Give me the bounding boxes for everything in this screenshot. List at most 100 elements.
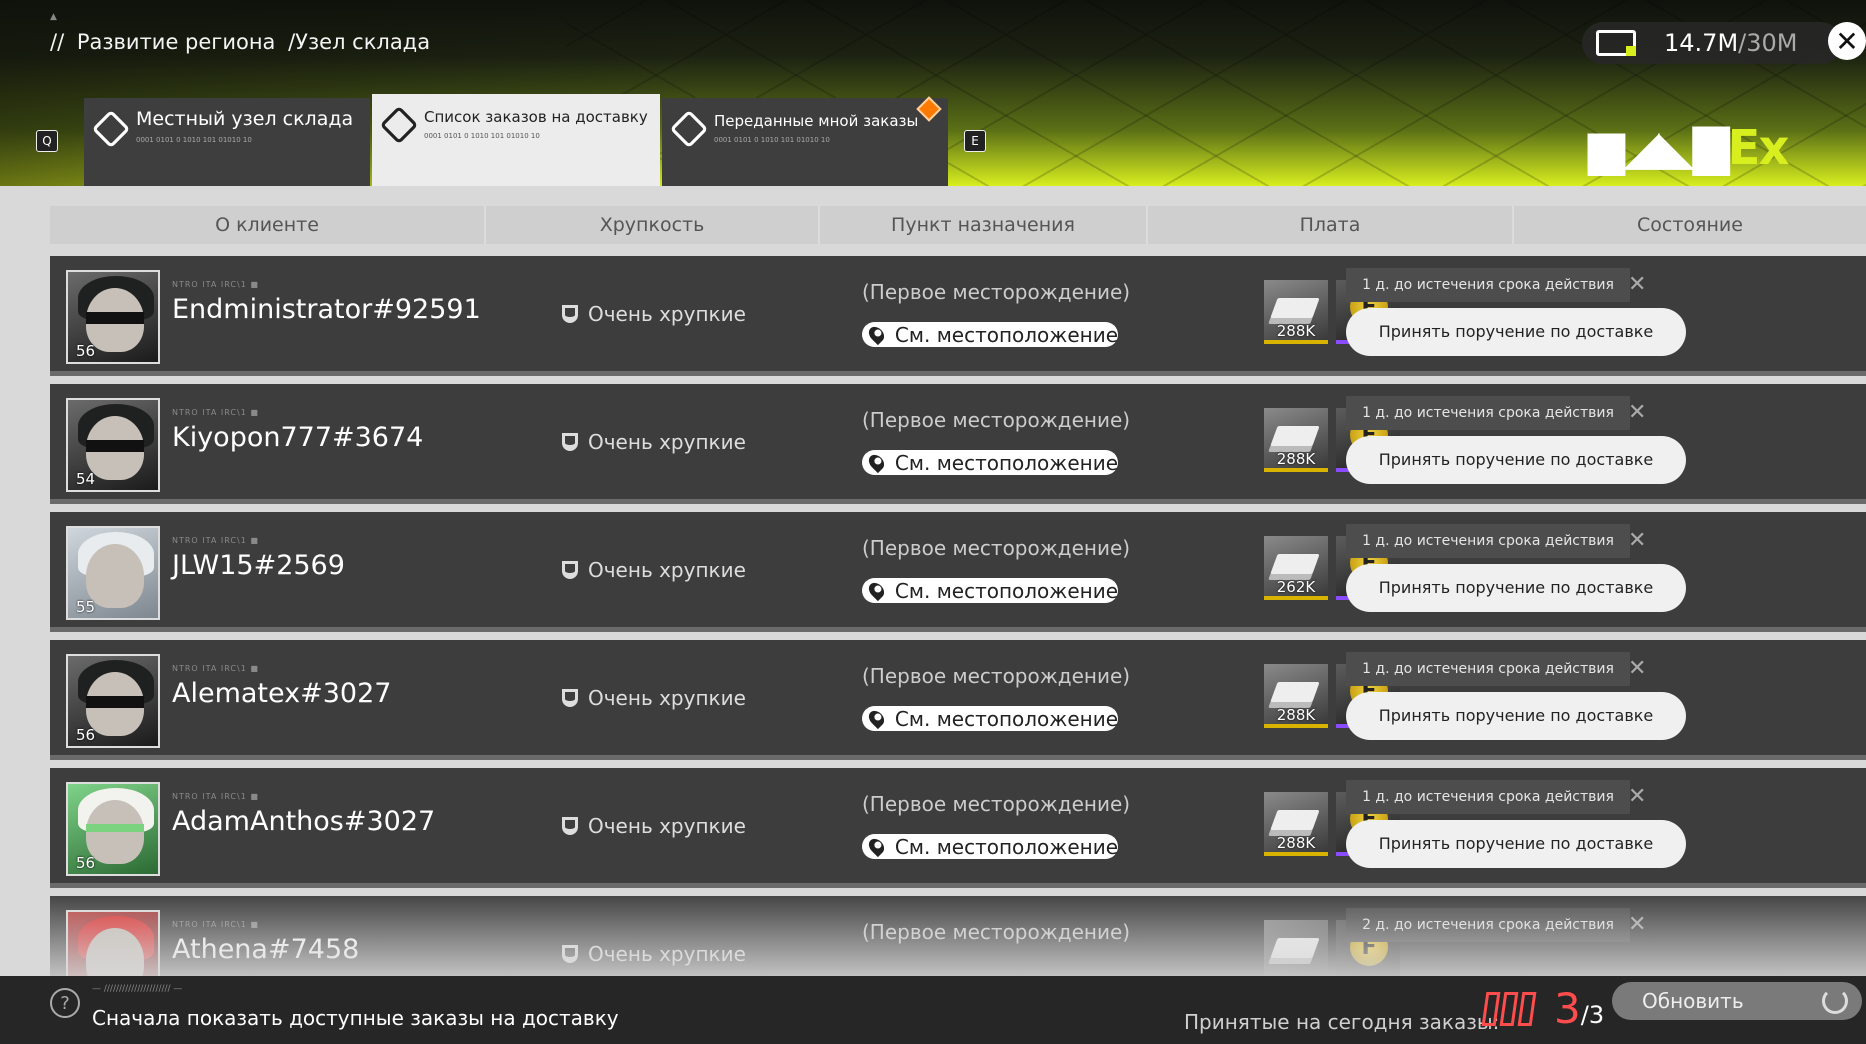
location-pin-icon: [865, 835, 888, 858]
player-name: Endministrator#92591: [172, 294, 481, 325]
decline-icon[interactable]: ✕: [1628, 784, 1660, 814]
tab-code: 0001 0101 0 1010 101 01010 10: [136, 136, 252, 144]
mini-logo: ▲: [50, 12, 57, 22]
accept-order-button[interactable]: Принять поручение по доставке: [1346, 820, 1686, 868]
footer: ? — ////////////////////// — Сначала пок…: [0, 976, 1866, 1044]
header: ▲ // Развитие региона /Узел склада 14.7M…: [0, 0, 1866, 186]
code-line: NTRO ITA IRC\1 ■: [172, 280, 259, 289]
close-icon[interactable]: ✕: [1828, 22, 1866, 60]
accept-order-button[interactable]: Принять поручение по доставке: [1346, 308, 1686, 356]
destination: (Первое месторождение): [862, 664, 1131, 688]
avatar[interactable]: 56: [66, 782, 160, 876]
view-location-label: См. местоположение: [894, 706, 1118, 731]
reward-amount: 288K: [1276, 834, 1316, 852]
storage-currency: 14.7M/30M: [1582, 22, 1842, 64]
level: 56: [76, 342, 96, 360]
view-location-button[interactable]: См. местоположение: [862, 706, 1118, 731]
decline-icon[interactable]: ✕: [1628, 656, 1660, 686]
view-location-button[interactable]: См. местоположение: [862, 322, 1118, 347]
order-row: 56 NTRO ITA IRC\1 ■ AdamAnthos#3027 Очен…: [50, 768, 1866, 888]
decline-icon[interactable]: ✕: [1628, 528, 1660, 558]
refresh-label: Обновить: [1642, 989, 1744, 1013]
view-location-button[interactable]: См. местоположение: [862, 834, 1118, 859]
code-line: NTRO ITA IRC\1 ■: [172, 792, 259, 801]
reward-credits[interactable]: 288K: [1264, 280, 1328, 344]
avatar[interactable]: 56: [66, 654, 160, 748]
help-icon[interactable]: ?: [50, 988, 80, 1018]
order-row: 54 NTRO ITA IRC\1 ■ Kiyopon777#3674 Очен…: [50, 384, 1866, 504]
accept-order-button[interactable]: Принять поручение по доставке: [1346, 436, 1686, 484]
order-row: 55 NTRO ITA IRC\1 ■ JLW15#2569 Очень хру…: [50, 512, 1866, 632]
decline-icon[interactable]: ✕: [1628, 400, 1660, 430]
tab-delivery-list[interactable]: Список заказов на доставку 0001 0101 0 1…: [372, 94, 660, 186]
fragility: Очень хрупкие: [562, 430, 746, 454]
player-name: JLW15#2569: [172, 550, 345, 581]
destination: (Первое месторождение): [862, 408, 1131, 432]
avatar[interactable]: 56: [66, 270, 160, 364]
view-location-label: См. местоположение: [894, 578, 1118, 603]
refresh-button[interactable]: Обновить: [1612, 982, 1862, 1020]
credits-icon: [1270, 298, 1320, 318]
fragility-label: Очень хрупкие: [588, 686, 746, 710]
storage-value: 14.7M/30M: [1664, 29, 1798, 57]
reward-amount: 288K: [1276, 706, 1316, 724]
code-line: NTRO ITA IRC\1 ■: [172, 536, 259, 545]
accept-order-button[interactable]: Принять поручение по доставке: [1346, 692, 1686, 740]
breadcrumb-region[interactable]: Развитие региона: [77, 30, 276, 54]
fragility-label: Очень хрупкие: [588, 558, 746, 582]
accepted-counter: 3/3: [1554, 984, 1605, 1033]
level: 54: [76, 470, 96, 488]
refresh-icon: [1822, 988, 1848, 1014]
level: 56: [76, 854, 96, 872]
credits-icon: [1270, 682, 1320, 702]
accepted-label: Принятые на сегодня заказы:: [1184, 1010, 1500, 1034]
reward-credits[interactable]: 288K: [1264, 792, 1328, 856]
tab-my-orders[interactable]: Переданные мной заказы 0001 0101 0 1010 …: [662, 98, 948, 186]
player-name: Kiyopon777#3674: [172, 422, 424, 453]
order-list: 56 NTRO ITA IRC\1 ■ Endministrator#92591…: [50, 256, 1866, 976]
location-pin-icon: [865, 707, 888, 730]
reward-credits[interactable]: 288K: [1264, 408, 1328, 472]
player-name: AdamAnthos#3027: [172, 806, 436, 837]
tab-label: Местный узел склада: [136, 108, 354, 130]
decline-icon[interactable]: ✕: [1628, 272, 1660, 302]
view-location-button[interactable]: См. местоположение: [862, 450, 1118, 475]
reward-amount: 288K: [1276, 450, 1316, 468]
filter-toggle[interactable]: Сначала показать доступные заказы на дос…: [92, 1006, 619, 1030]
fragility-label: Очень хрупкие: [588, 302, 746, 326]
player-name: Alematex#3027: [172, 678, 392, 709]
credits-icon: [1270, 810, 1320, 830]
avatar[interactable]: 55: [66, 526, 160, 620]
footer-deco: — ////////////////////// —: [92, 984, 183, 994]
tab-code: 0001 0101 0 1010 101 01010 10: [714, 136, 830, 144]
tab-label: Переданные мной заказы: [714, 112, 919, 130]
fragility: Очень хрупкие: [562, 814, 746, 838]
storage-icon: [1596, 30, 1636, 56]
expire-status: 1 д. до истечения срока действия: [1346, 396, 1630, 430]
breadcrumb-prefix: //: [50, 30, 65, 54]
accept-order-button[interactable]: Принять поручение по доставке: [1346, 564, 1686, 612]
view-location-button[interactable]: См. местоположение: [862, 578, 1118, 603]
tab-label: Список заказов на доставку: [424, 108, 648, 126]
tab-code: 0001 0101 0 1010 101 01010 10: [424, 132, 540, 140]
destination: (Первое месторождение): [862, 280, 1131, 304]
view-location-label: См. местоположение: [894, 834, 1118, 859]
avatar[interactable]: 54: [66, 398, 160, 492]
reward-amount: 262K: [1276, 578, 1316, 596]
reward-credits[interactable]: 262K: [1264, 536, 1328, 600]
reward-credits[interactable]: 288K: [1264, 664, 1328, 728]
order-row: 56 NTRO ITA IRC\1 ■ Endministrator#92591…: [50, 256, 1866, 376]
expire-status: 1 д. до истечения срока действия: [1346, 652, 1630, 686]
column-client: О клиенте: [50, 206, 486, 244]
column-fragility: Хрупкость: [486, 206, 820, 244]
column-payment: Плата: [1148, 206, 1514, 244]
tab-local-warehouse[interactable]: Местный узел склада 0001 0101 0 1010 101…: [84, 98, 370, 186]
glass-icon: [562, 433, 578, 451]
expire-status: 1 д. до истечения срока действия: [1346, 268, 1630, 302]
location-pin-icon: [865, 579, 888, 602]
code-line: NTRO ITA IRC\1 ■: [172, 664, 259, 673]
breadcrumb: // Развитие региона /Узел склада: [50, 30, 436, 54]
column-destination: Пункт назначения: [820, 206, 1148, 244]
hotkey-e: E: [964, 130, 986, 152]
accepted-bars: [1481, 992, 1538, 1026]
